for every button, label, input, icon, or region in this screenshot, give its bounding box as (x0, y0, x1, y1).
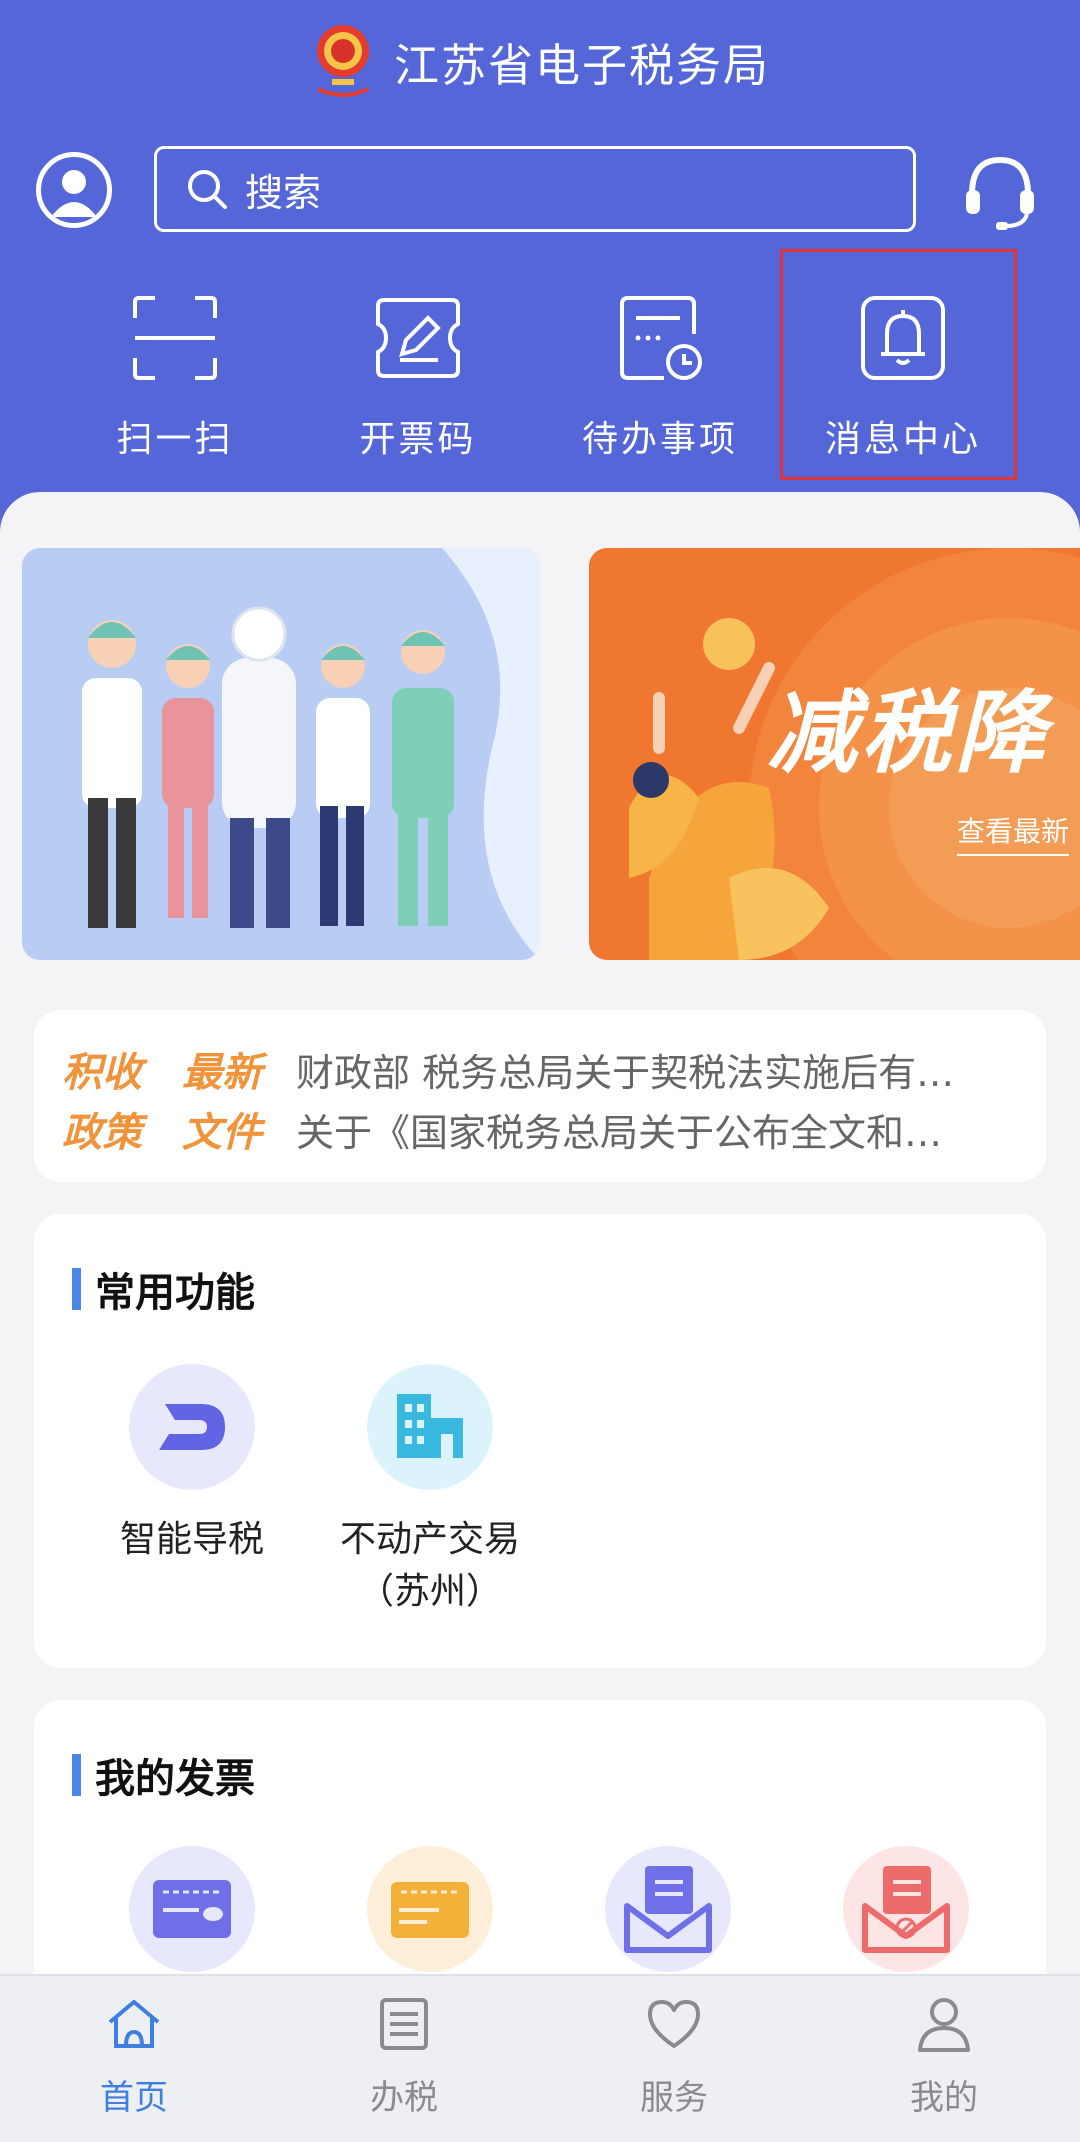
home-icon (108, 2000, 160, 2048)
common-functions-card: 常用功能 智能导税 不动产交易 （苏州） (34, 1214, 1046, 1668)
heart-icon (648, 2000, 700, 2048)
user-icon (918, 1998, 970, 2052)
banner-view-latest-link[interactable]: 查看最新 (957, 810, 1070, 856)
news-badge: 积收 (62, 1050, 142, 1096)
tab-label: 办税 (370, 2078, 438, 2118)
search-placeholder: 搜索 (245, 170, 322, 215)
my-invoices-card: 我的发票 (34, 1700, 1046, 1974)
tab-home[interactable]: 首页 (34, 1994, 234, 2119)
title-bar: 江苏省电子税务局 (0, 18, 1080, 104)
quick-action-invoice-code[interactable]: 开票码 (298, 250, 538, 480)
search-icon (188, 170, 227, 209)
section-title: 我的发票 (95, 1756, 255, 1802)
tab-tax[interactable]: 办税 (304, 1994, 504, 2119)
invoice-code-icon (376, 298, 460, 378)
quick-action-label: 待办事项 (581, 419, 738, 460)
news-badge: 政策 (62, 1110, 142, 1156)
invoice-card-icon[interactable] (129, 1846, 255, 1972)
policy-news-card: 积收 政策 最新 文件 财政部 税务总局关于契税法实施后有… 关于《国家税务总局… (34, 1010, 1046, 1182)
invoice-agent-icon[interactable] (367, 1846, 493, 1972)
todo-icon (620, 296, 702, 380)
section-title: 常用功能 (95, 1270, 255, 1316)
main-content: 减税降 查看最新 积收 政策 最新 文件 财政部 税务总局关于契税法实施后有… … (0, 492, 1080, 1974)
news-badge: 最新 (182, 1050, 262, 1096)
real-estate-icon (367, 1364, 493, 1490)
news-badge: 文件 (182, 1110, 262, 1156)
user-avatar-icon[interactable] (36, 152, 112, 228)
quick-action-scan[interactable]: 扫一扫 (55, 250, 295, 480)
tab-label: 服务 (640, 2078, 708, 2118)
invoice-cancel-icon[interactable] (843, 1846, 969, 1972)
customer-service-headset-icon[interactable] (962, 152, 1038, 232)
function-smart-tax-guide[interactable]: 智能导税 (82, 1364, 302, 1566)
tax-emblem-logo (310, 21, 376, 101)
quick-action-label: 开票码 (359, 419, 477, 460)
bottom-tab-bar: 首页 办税 服务 我的 (0, 1974, 1080, 2142)
quick-action-label: 扫一扫 (116, 419, 234, 460)
scan-icon (133, 296, 217, 380)
list-icon (380, 1998, 428, 2050)
selection-highlight (780, 249, 1017, 480)
news-item[interactable]: 关于《国家税务总局关于公布全文和… (296, 1102, 942, 1157)
tab-label: 首页 (100, 2078, 168, 2118)
banner-tax-reduction[interactable]: 减税降 查看最新 (589, 548, 1080, 960)
tab-service[interactable]: 服务 (574, 1994, 774, 2119)
smart-tax-guide-icon (129, 1364, 255, 1490)
quick-action-todo[interactable]: 待办事项 (540, 250, 780, 480)
function-real-estate[interactable]: 不动产交易 （苏州） (320, 1364, 540, 1618)
function-label: 不动产交易 （苏州） (339, 1519, 520, 1612)
news-item[interactable]: 财政部 税务总局关于契税法实施后有… (296, 1042, 954, 1097)
function-label: 智能导税 (119, 1519, 264, 1560)
tab-label: 我的 (910, 2078, 978, 2118)
section-accent-bar (72, 1268, 81, 1310)
app-title: 江苏省电子税务局 (393, 38, 770, 92)
medical-workers-illustration (82, 548, 540, 960)
search-input[interactable]: 搜索 (154, 146, 916, 232)
banner-headline: 减税降 (767, 681, 1049, 786)
tab-me[interactable]: 我的 (844, 1994, 1044, 2119)
invoice-mail-icon[interactable] (605, 1846, 731, 1972)
banner-medical-workers[interactable] (22, 548, 540, 960)
section-accent-bar (72, 1754, 81, 1796)
